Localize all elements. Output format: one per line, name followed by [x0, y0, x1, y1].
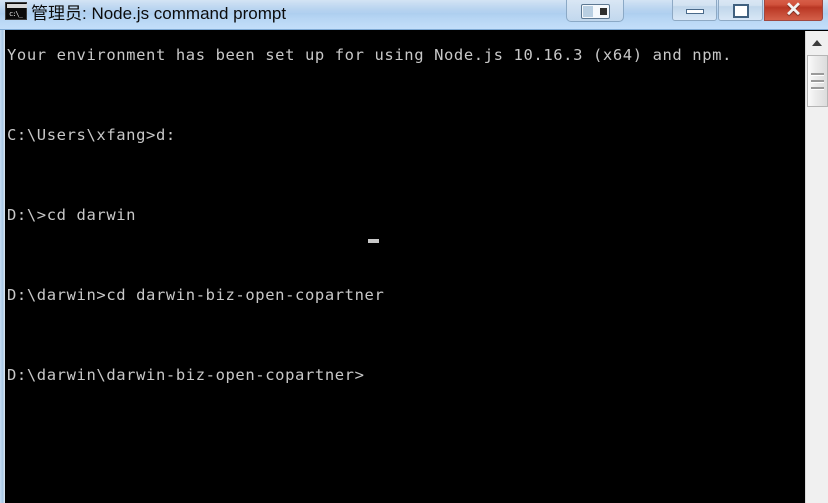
- maximize-icon: [732, 4, 749, 18]
- terminal-cursor: [368, 239, 379, 243]
- scrollbar-grip-line: [811, 73, 824, 76]
- scrollbar-grip-line: [811, 87, 824, 90]
- close-button[interactable]: ✕: [764, 0, 823, 21]
- minimize-icon: [685, 9, 704, 14]
- console-window: c:\_ 管理员: Node.js command prompt ✕ Your …: [0, 0, 828, 503]
- console-icon-titlebar: [7, 4, 27, 8]
- maximize-button[interactable]: [718, 0, 763, 21]
- split-pane-button[interactable]: [566, 0, 624, 22]
- scrollbar-grip-line: [811, 80, 824, 83]
- console-icon-prompt: c:\_: [9, 10, 23, 18]
- split-pane-icon: [581, 4, 610, 19]
- minimize-button[interactable]: [672, 0, 717, 21]
- close-icon: ✕: [785, 0, 802, 21]
- chevron-up-icon: [812, 40, 822, 46]
- scrollbar-thumb[interactable]: [807, 55, 828, 107]
- terminal-text: Your environment has been set up for usi…: [7, 46, 733, 384]
- terminal-output-area[interactable]: Your environment has been set up for usi…: [5, 31, 805, 503]
- title-bar[interactable]: c:\_ 管理员: Node.js command prompt ✕: [0, 0, 828, 30]
- cmd-console-icon: c:\_: [5, 2, 27, 22]
- page-title: 管理员: Node.js command prompt: [31, 4, 287, 23]
- vertical-scrollbar[interactable]: [805, 31, 828, 503]
- scrollbar-track[interactable]: [806, 109, 828, 503]
- console-icon-body: c:\_: [5, 2, 27, 20]
- scroll-up-arrow-icon[interactable]: [806, 31, 828, 53]
